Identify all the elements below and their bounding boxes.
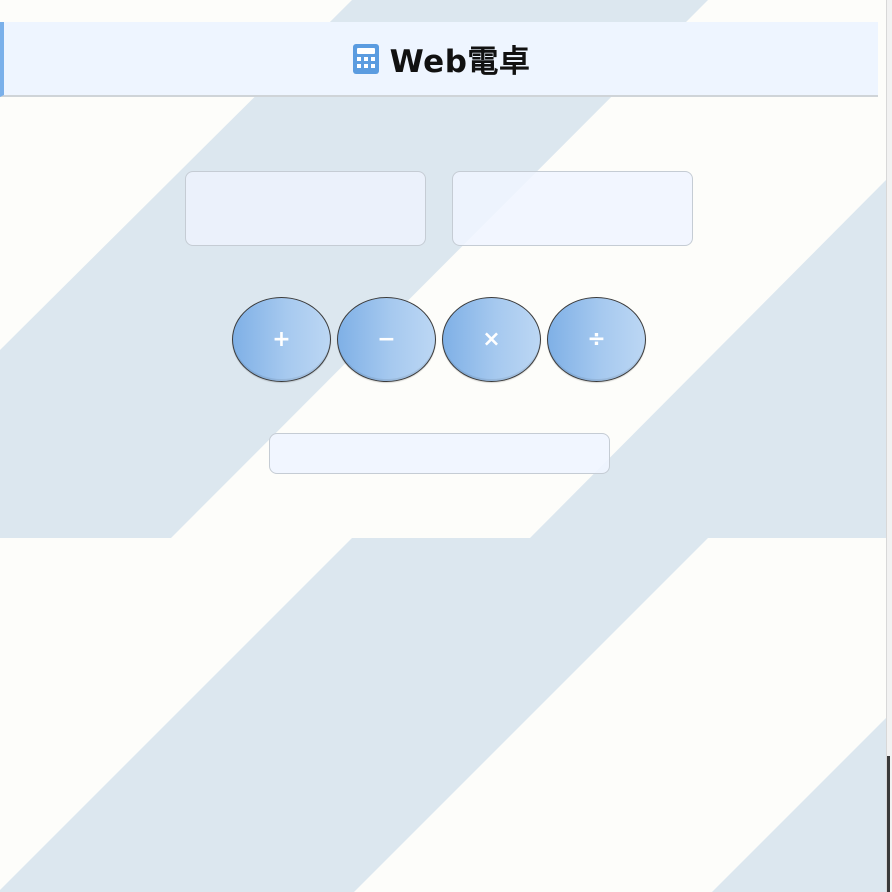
subtract-button[interactable]: −: [337, 297, 436, 382]
add-button[interactable]: +: [232, 297, 331, 382]
multiply-button[interactable]: ×: [442, 297, 541, 382]
second-number-input[interactable]: [452, 171, 693, 246]
scrollbar-thumb[interactable]: [887, 756, 890, 892]
plus-icon: +: [272, 327, 291, 352]
calculator-icon: [352, 43, 379, 74]
divide-button[interactable]: ÷: [547, 297, 646, 382]
page-title: Web電卓: [389, 44, 531, 80]
first-number-input[interactable]: [185, 171, 426, 246]
result-display: [269, 433, 610, 474]
divide-icon: ÷: [587, 327, 606, 352]
minus-icon: −: [377, 327, 396, 352]
multiply-icon: ×: [482, 327, 501, 352]
page-header: Web電卓: [0, 22, 878, 97]
vertical-scrollbar[interactable]: [886, 0, 892, 892]
header-title-group: Web電卓: [352, 36, 531, 81]
